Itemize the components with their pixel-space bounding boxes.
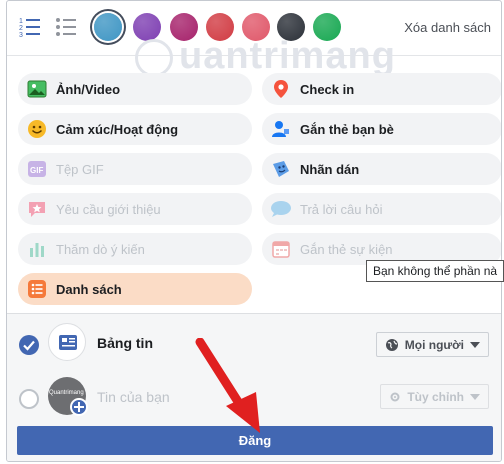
- feed-audience-label: Mọi người: [404, 337, 464, 352]
- checkmark-icon: [23, 340, 35, 351]
- svg-text:1: 1: [19, 18, 23, 25]
- color-swatch[interactable]: [94, 13, 122, 41]
- option-sticker[interactable]: Nhãn dán: [262, 153, 501, 185]
- news-feed-icon: [48, 323, 86, 361]
- option-label: Yêu cầu giới thiệu: [56, 201, 161, 217]
- svg-text:GIF: GIF: [30, 166, 43, 175]
- question-icon: [270, 198, 292, 220]
- story-label: Tin của bạn: [97, 389, 170, 405]
- numbered-list-icon[interactable]: 1 2 3: [19, 16, 41, 38]
- clear-list-button[interactable]: Xóa danh sách: [404, 20, 491, 35]
- story-audience-select[interactable]: Tùy chỉnh: [380, 384, 489, 409]
- smiley-icon: [26, 118, 48, 140]
- option-recommendation[interactable]: Yêu cầu giới thiệu: [18, 193, 252, 225]
- calendar-icon: [270, 238, 292, 260]
- option-photo-video[interactable]: Ảnh/Video: [18, 73, 252, 105]
- option-label: Gắn thẻ sự kiện: [300, 241, 393, 257]
- option-label: Nhãn dán: [300, 161, 360, 177]
- option-label: Cảm xúc/Hoạt động: [56, 121, 179, 137]
- globe-icon: [385, 338, 398, 351]
- option-label: Gắn thẻ bạn bè: [300, 121, 394, 137]
- thumbnail-text: Quantrimang: [49, 390, 84, 396]
- tooltip: Bạn không thể phần nà: [366, 260, 504, 282]
- sticker-icon: [270, 158, 292, 180]
- option-poll[interactable]: Thăm dò ý kiến: [18, 233, 252, 265]
- color-swatch[interactable]: [133, 13, 161, 41]
- caret-down-icon: [470, 393, 480, 400]
- gif-icon: GIF: [26, 158, 48, 180]
- option-tag-friends[interactable]: Gắn thẻ bạn bè: [262, 113, 501, 145]
- option-label: Tệp GIF: [56, 161, 104, 177]
- feed-audience-select[interactable]: Mọi người: [375, 332, 489, 357]
- watermark-text: uantrimang: [179, 35, 396, 77]
- option-label: Danh sách: [56, 281, 122, 297]
- feed-checkbox[interactable]: [19, 335, 39, 355]
- gear-icon: [390, 392, 400, 401]
- story-checkbox[interactable]: [19, 389, 39, 409]
- photo-icon: [26, 78, 48, 100]
- poll-icon: [26, 238, 48, 260]
- option-feeling-activity[interactable]: Cảm xúc/Hoạt động: [18, 113, 252, 145]
- option-check-in[interactable]: Check in: [262, 73, 501, 105]
- add-story-icon[interactable]: [70, 398, 88, 416]
- option-label: Check in: [300, 81, 355, 97]
- caret-down-icon: [470, 341, 480, 348]
- recommend-icon: [26, 198, 48, 220]
- option-label: Trả lời câu hỏi: [300, 201, 383, 217]
- option-list[interactable]: Danh sách: [18, 273, 252, 305]
- red-arrow-annotation: [195, 338, 260, 433]
- option-label: Thăm dò ý kiến: [56, 241, 145, 257]
- svg-text:3: 3: [19, 32, 23, 38]
- watermark-logo-icon: [135, 39, 173, 77]
- option-gif[interactable]: GIF Tệp GIF: [18, 153, 252, 185]
- option-label: Ảnh/Video: [56, 81, 121, 97]
- list-icon: [26, 278, 48, 300]
- option-answer-question[interactable]: Trả lời câu hỏi: [262, 193, 501, 225]
- story-audience-label: Tùy chỉnh: [407, 389, 464, 404]
- location-pin-icon: [270, 78, 292, 100]
- bullet-list-icon[interactable]: [55, 16, 77, 38]
- tag-friends-icon: [270, 118, 292, 140]
- svg-text:2: 2: [19, 25, 23, 32]
- feed-label: Bảng tin: [97, 335, 153, 351]
- story-thumbnail: Quantrimang: [48, 377, 88, 416]
